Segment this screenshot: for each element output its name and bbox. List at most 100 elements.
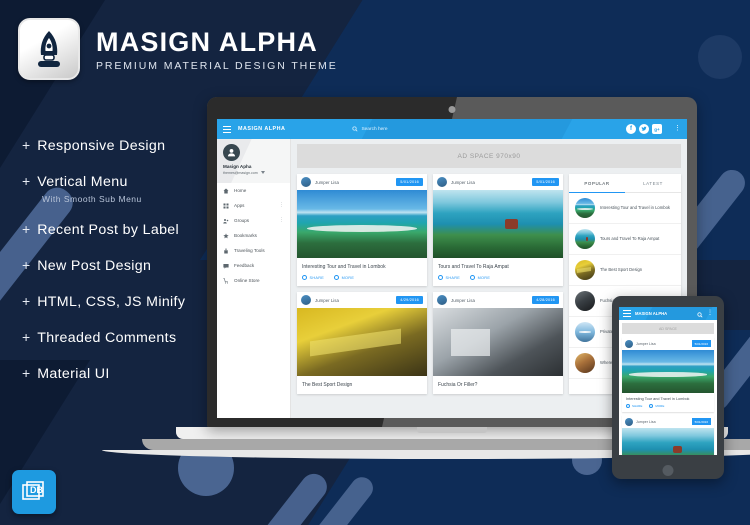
- hamburger-icon[interactable]: [223, 125, 231, 133]
- traveling-tools-icon: [223, 248, 229, 254]
- sidebar-item-groups[interactable]: Groups ⋮: [217, 213, 290, 228]
- widget-row[interactable]: Interesting Tour and Travel in Lombok: [569, 193, 681, 224]
- sidebar-item-label: Groups: [234, 218, 250, 223]
- post-image: [433, 308, 563, 377]
- bookmark-star-icon: [223, 232, 229, 239]
- webcam-icon: [448, 106, 456, 113]
- phone-home-button[interactable]: [662, 465, 674, 476]
- phone-post-card[interactable]: Jumper Lisa 5/01/2016 Interesting Tour a…: [622, 337, 714, 412]
- post-image: [622, 350, 714, 393]
- post-actions: SHARE MORE: [622, 404, 714, 412]
- tab-latest[interactable]: LATEST: [625, 174, 681, 192]
- chevron-down-icon[interactable]: [260, 171, 265, 174]
- plus-icon: +: [22, 293, 31, 309]
- home-icon: [223, 188, 229, 194]
- apps-grid-icon: [223, 203, 229, 209]
- plus-icon: +: [22, 329, 31, 345]
- share-button[interactable]: SHARE: [438, 275, 460, 281]
- sidebar-item-label: Apps: [234, 203, 245, 208]
- sidebar-user-header[interactable]: Masign Apha themes@masign.com: [217, 139, 290, 183]
- tab-active-underline: [569, 191, 625, 193]
- feature-item: + Vertical Menu: [22, 174, 222, 190]
- feature-item: + Threaded Comments: [22, 330, 222, 346]
- sidebar-user-email-text: themes@masign.com: [223, 170, 258, 175]
- tab-popular[interactable]: POPULAR: [569, 174, 625, 192]
- widget-post-title: Interesting Tour and Travel in Lombok: [600, 205, 670, 211]
- sidebar-item-label: Online Store: [234, 278, 260, 283]
- sidebar-item-apps[interactable]: Apps ⋮: [217, 198, 290, 213]
- post-card[interactable]: Jumper Lisa 4/28/2016 Fuchsia Or Filler?: [433, 292, 563, 394]
- search-icon: [352, 126, 358, 132]
- sidebar-item-bookmarks[interactable]: Bookmarks: [217, 228, 290, 243]
- post-card-header: Jumper Lisa 5/01/2016: [433, 174, 563, 190]
- facebook-icon[interactable]: f: [626, 124, 636, 134]
- more-icon: [649, 404, 654, 408]
- post-card[interactable]: Jumper Lisa 5/01/2016 Tours and Travel T…: [433, 174, 563, 287]
- background-circle: [698, 35, 742, 79]
- plus-icon: +: [22, 257, 31, 273]
- post-date-badge: 5/01/2016: [691, 418, 711, 425]
- more-vertical-icon[interactable]: ⋮: [707, 310, 713, 315]
- sidebar-user-email: themes@masign.com: [223, 171, 284, 175]
- avatar: [301, 177, 311, 187]
- sidebar-item-feedback[interactable]: Feedback: [217, 258, 290, 273]
- post-card-header: Jumper Lisa 5/01/2016: [297, 174, 427, 190]
- submenu-indicator-icon[interactable]: ⋮: [279, 203, 284, 207]
- post-date-badge: 5/01/2016: [396, 178, 423, 186]
- search-icon[interactable]: [697, 307, 703, 320]
- post-author: Jumper Lisa: [451, 179, 475, 185]
- thumbnail: [575, 322, 595, 342]
- share-button[interactable]: SHARE: [626, 404, 642, 408]
- post-card[interactable]: Jumper Lisa 4/29/2016 The Best Sport Des…: [297, 292, 427, 394]
- avatar: [625, 417, 633, 426]
- post-date-badge: 5/01/2016: [691, 340, 711, 347]
- widget-post-title: Tours and Travel To Raja Ampat: [600, 236, 660, 242]
- sidebar-user-name: Masign Apha: [223, 164, 252, 169]
- post-title: Interesting Tour and Travel in Lombok: [302, 264, 386, 270]
- phone-post-card[interactable]: Jumper Lisa 5/01/2016: [622, 415, 714, 455]
- share-icon: [626, 404, 630, 408]
- submenu-indicator-icon[interactable]: ⋮: [279, 218, 284, 222]
- share-icon: [438, 275, 443, 281]
- widget-row[interactable]: Tours and Travel To Raja Ampat: [569, 224, 681, 255]
- plus-icon: +: [22, 173, 31, 189]
- sidebar-item-traveling-tools[interactable]: Traveling Tools: [217, 243, 290, 258]
- share-button[interactable]: SHARE: [302, 275, 324, 281]
- more-button[interactable]: MORE: [649, 404, 664, 408]
- avatar: [437, 295, 447, 306]
- google-plus-icon[interactable]: g+: [652, 124, 662, 134]
- hamburger-icon[interactable]: [623, 310, 631, 317]
- sidebar-item-label: Feedback: [234, 263, 255, 268]
- phone-screen: MASIGN ALPHA ⋮ AD SPACE Jumper Lisa 5/01…: [619, 307, 717, 455]
- brand-header: MASIGN ALPHA PREMIUM MATERIAL DESIGN THE…: [18, 18, 338, 80]
- feature-label: Material UI: [37, 366, 110, 382]
- svg-text:DB: DB: [30, 485, 43, 495]
- more-button[interactable]: MORE: [470, 275, 491, 281]
- sidebar-item-label: Bookmarks: [234, 233, 257, 238]
- post-title: The Best Sport Design: [302, 382, 353, 389]
- sidebar-item-online-store[interactable]: Online Store: [217, 273, 290, 288]
- post-date-badge: 4/28/2016: [532, 296, 559, 305]
- post-card[interactable]: Jumper Lisa 5/01/2016 Interesting Tour a…: [297, 174, 427, 287]
- phone-post-header: Jumper Lisa 5/01/2016: [622, 415, 714, 428]
- share-icon: [302, 275, 307, 281]
- more-button[interactable]: MORE: [334, 275, 354, 281]
- widget-post-title: The Best Sport Design: [600, 267, 643, 273]
- post-date-badge: 5/01/2016: [532, 178, 559, 186]
- app-sidebar: Masign Apha themes@masign.com Home Apps: [217, 139, 291, 418]
- post-author: Jumper Lisa: [315, 179, 339, 185]
- brand-subtitle: PREMIUM MATERIAL DESIGN THEME: [96, 60, 338, 73]
- search-input[interactable]: Search here: [352, 126, 595, 132]
- post-card-header: Jumper Lisa 4/29/2016: [297, 292, 427, 308]
- feature-item: + Responsive Design: [22, 138, 222, 154]
- twitter-icon[interactable]: [639, 124, 649, 134]
- feature-item: + New Post Design: [22, 258, 222, 274]
- feature-label: Threaded Comments: [37, 330, 177, 346]
- post-author: Jumper Lisa: [451, 297, 475, 303]
- rocket-logo-icon: [18, 18, 80, 80]
- feature-label: Responsive Design: [37, 138, 166, 154]
- more-label: MORE: [477, 275, 491, 280]
- more-vertical-icon[interactable]: ⋮: [674, 125, 681, 132]
- sidebar-item-home[interactable]: Home: [217, 183, 290, 198]
- widget-row[interactable]: The Best Sport Design: [569, 255, 681, 286]
